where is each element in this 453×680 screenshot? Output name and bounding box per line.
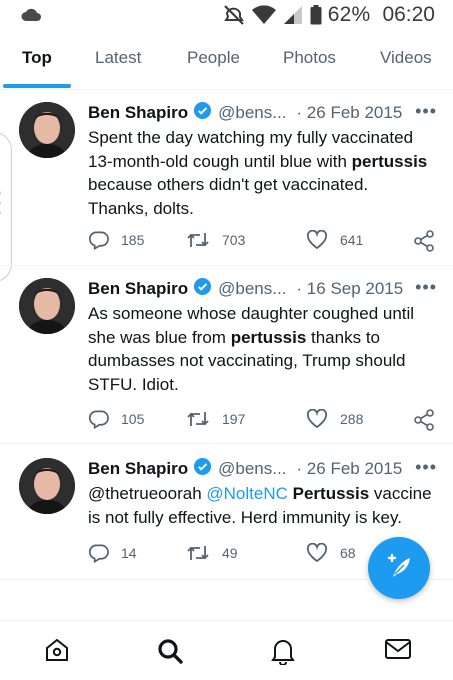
author-handle[interactable]: @bens... — [218, 103, 286, 123]
tweet[interactable]: Ben Shapiro @bens... · 16 Sep 2015 ••• A… — [0, 266, 453, 444]
search-icon[interactable] — [156, 637, 184, 670]
heart-icon — [306, 543, 328, 563]
tab-latest[interactable]: Latest — [95, 48, 141, 68]
retweet-count: 197 — [222, 411, 246, 427]
retweet-count: 703 — [222, 232, 246, 248]
retweet-icon — [186, 543, 210, 563]
mention-link[interactable]: @NolteNC — [206, 484, 288, 503]
share-icon — [413, 230, 435, 252]
mute-icon — [222, 4, 246, 26]
tweet-date[interactable]: · 26 Feb 2015 — [296, 103, 402, 123]
tweet-actions: 105 197 288 — [88, 409, 438, 431]
more-options-icon[interactable]: ••• — [415, 277, 437, 298]
notifications-icon[interactable] — [270, 637, 296, 670]
tweet-text: @thetrueoorah @NolteNC Pertussis vaccine… — [88, 484, 432, 527]
share-button[interactable] — [413, 409, 435, 431]
compose-feather-icon — [383, 550, 415, 587]
reply-icon — [88, 543, 109, 563]
tweet-text: As someone whose daughter coughed until … — [88, 304, 415, 394]
cloud-icon — [20, 8, 42, 27]
share-icon — [413, 409, 435, 431]
tab-photos[interactable]: Photos — [283, 48, 336, 68]
author-name[interactable]: Ben Shapiro — [88, 279, 188, 299]
battery-percent: 62% — [327, 3, 371, 26]
reply-button[interactable]: 105 — [88, 409, 144, 429]
retweet-button[interactable]: 197 — [186, 409, 245, 429]
tweet-date[interactable]: · 26 Feb 2015 — [296, 459, 402, 479]
tab-people[interactable]: People — [187, 48, 240, 68]
home-icon[interactable] — [44, 637, 70, 668]
search-tabs: Top Latest People Photos Videos — [0, 36, 453, 90]
reply-count: 185 — [121, 232, 145, 248]
status-bar: 62% 06:20 — [0, 0, 453, 32]
messages-icon[interactable] — [384, 637, 412, 666]
reply-button[interactable]: 185 — [88, 230, 144, 250]
author-name[interactable]: Ben Shapiro — [88, 459, 188, 479]
tweet-header: Ben Shapiro @bens... · 26 Feb 2015 ••• — [88, 457, 437, 481]
verified-badge-icon — [193, 457, 212, 481]
compose-tweet-button[interactable] — [368, 537, 430, 599]
like-count: 68 — [340, 545, 356, 561]
like-count: 288 — [340, 411, 364, 427]
like-button[interactable]: 288 — [306, 409, 363, 429]
reply-icon — [88, 409, 109, 429]
reply-count: 14 — [121, 545, 137, 561]
heart-icon — [306, 230, 328, 250]
avatar[interactable] — [19, 458, 75, 514]
avatar[interactable] — [19, 278, 75, 334]
tweet-date[interactable]: · 16 Sep 2015 — [296, 279, 403, 299]
signal-icon — [282, 5, 304, 25]
retweet-button[interactable]: 49 — [186, 543, 238, 563]
author-handle[interactable]: @bens... — [218, 459, 286, 479]
more-options-icon[interactable]: ••• — [415, 457, 437, 478]
heart-icon — [306, 409, 328, 429]
tweet-header: Ben Shapiro @bens... · 16 Sep 2015 ••• — [88, 277, 437, 301]
reply-button[interactable]: 14 — [88, 543, 137, 563]
tweet[interactable]: Ben Shapiro @bens... · 26 Feb 2015 ••• S… — [0, 90, 453, 266]
reply-count: 105 — [121, 411, 145, 427]
battery-icon — [310, 5, 322, 25]
verified-badge-icon — [193, 277, 212, 301]
tab-top[interactable]: Top — [22, 48, 52, 68]
tweet-header: Ben Shapiro @bens... · 26 Feb 2015 ••• — [88, 101, 437, 125]
retweet-count: 49 — [222, 545, 238, 561]
bottom-navigation — [0, 620, 453, 680]
more-options-icon[interactable]: ••• — [415, 101, 437, 122]
share-button[interactable] — [413, 230, 435, 252]
clock: 06:20 — [382, 3, 435, 26]
verified-badge-icon — [193, 101, 212, 125]
tweet-actions: 185 703 641 — [88, 230, 438, 252]
author-handle[interactable]: @bens... — [218, 279, 286, 299]
active-tab-indicator — [3, 84, 71, 88]
retweet-icon — [186, 409, 210, 429]
like-button[interactable]: 641 — [306, 230, 363, 250]
like-button[interactable]: 68 — [306, 543, 356, 563]
tab-videos[interactable]: Videos — [380, 48, 432, 68]
wifi-icon — [251, 5, 276, 25]
tweet-text: Spent the day watching my fully vaccinat… — [88, 128, 428, 218]
retweet-icon — [186, 230, 210, 250]
author-name[interactable]: Ben Shapiro — [88, 103, 188, 123]
like-count: 641 — [340, 232, 364, 248]
reply-icon — [88, 230, 109, 250]
avatar[interactable] — [19, 102, 75, 158]
retweet-button[interactable]: 703 — [186, 230, 245, 250]
